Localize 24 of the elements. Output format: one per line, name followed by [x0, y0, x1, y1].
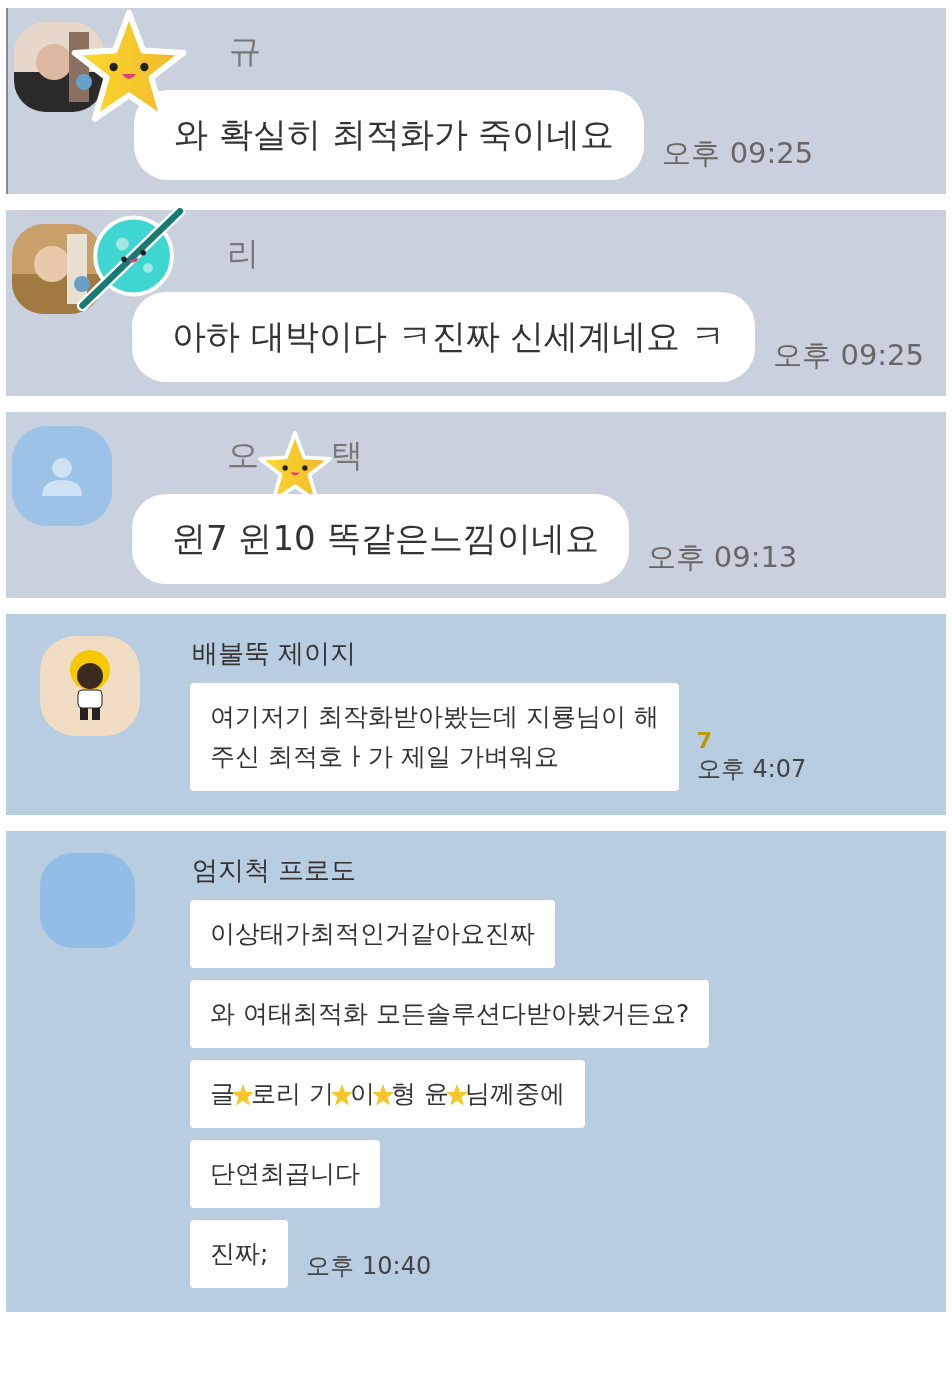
sender-name: 리 [227, 233, 259, 274]
sender-name: 배불뚝 제이지 [192, 637, 357, 670]
message-bubble: 여기저기 최작화받아봤는데 지룡님이 해 주신 최적호ㅏ가 제일 가벼워요 [190, 683, 679, 791]
message-time: 오후 10:40 [306, 1251, 432, 1282]
star-icon [231, 1083, 255, 1107]
star-icon [370, 1083, 395, 1107]
message-bubble: 아하 대박이다 ㅋ진짜 신세계네요 ㅋ [132, 292, 756, 382]
star-icon [329, 1083, 354, 1107]
unread-count: 7 [696, 728, 714, 753]
sender-name: 오 [227, 435, 259, 476]
message-bubble: 이상태가최적인거같아요진짜 [190, 900, 555, 968]
message-bubble: 진짜; [190, 1220, 289, 1288]
message-time: 오후 09:25 [773, 337, 925, 374]
sender-name: 엄지척 프로도 [192, 854, 357, 887]
message-time: 오후 09:13 [646, 539, 798, 576]
message-bubble: 단연최곱니다 [190, 1140, 380, 1208]
message-bubble: 와 확실히 최적화가 죽이네요 [134, 90, 645, 180]
message-bubble: 윈7 윈10 똑같은느낌이네요 [132, 494, 629, 584]
message-time: 오후 09:25 [662, 135, 814, 172]
sender-name: 택 [331, 435, 363, 476]
message-time: 오후 4:07 [696, 754, 807, 785]
message-bubble: 와 여태최적화 모든솔루션다받아봤거든요? [190, 980, 710, 1048]
sender-name: 규 [229, 31, 261, 72]
message-bubble: 글 로리 기 이 형 윤 님께중에 [190, 1060, 585, 1128]
